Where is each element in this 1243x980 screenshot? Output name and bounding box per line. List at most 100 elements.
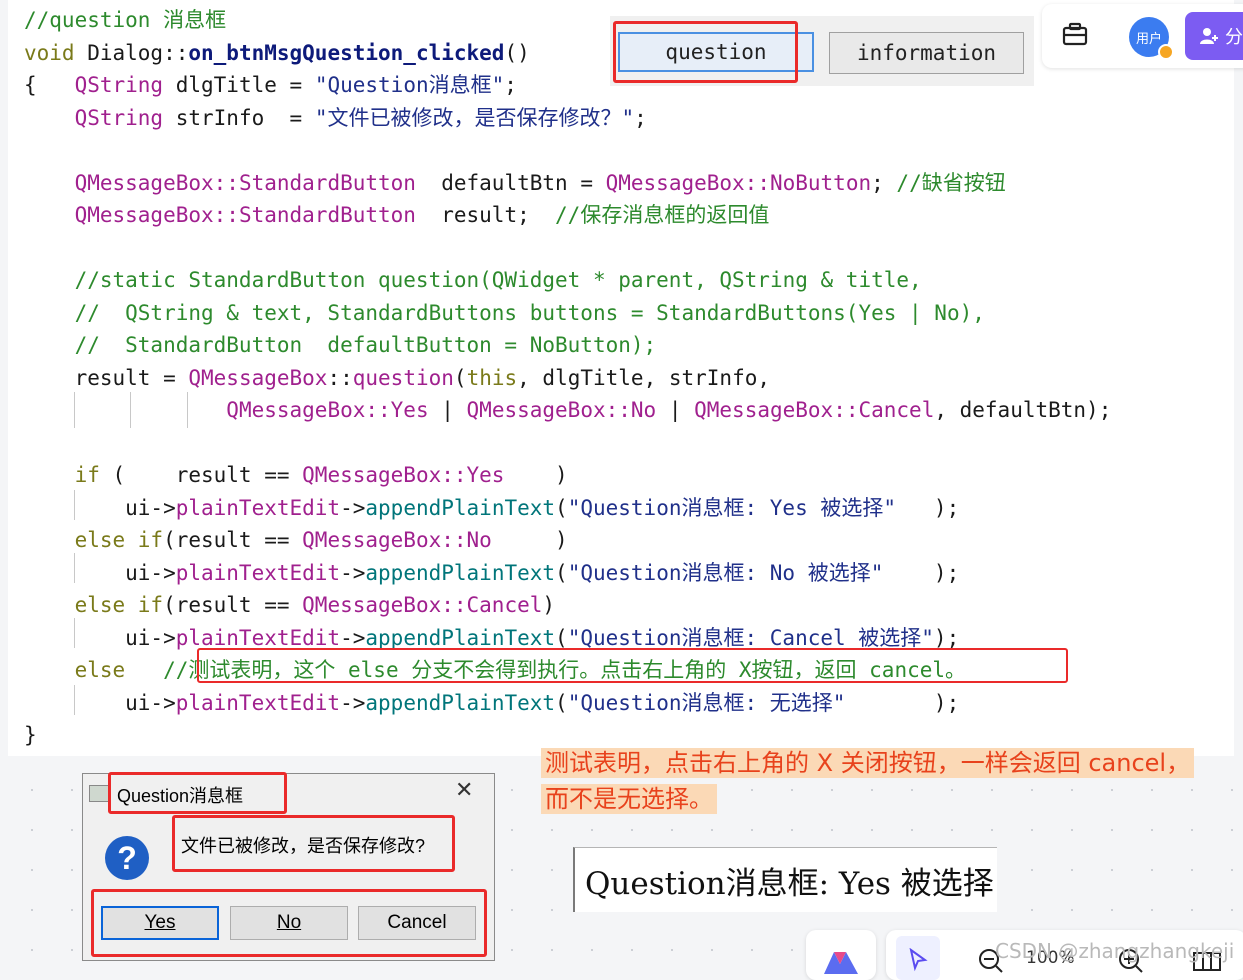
code-token: QMessageBox bbox=[188, 365, 328, 390]
code-token: appendPlainText bbox=[365, 560, 556, 585]
share-button[interactable]: 分 bbox=[1185, 12, 1243, 60]
code-token: ) bbox=[491, 528, 568, 552]
code-line: ui->plainTextEdit->appendPlainText("Ques… bbox=[24, 557, 1111, 590]
code-token: void bbox=[24, 40, 88, 65]
buttons-highlight-box bbox=[91, 889, 487, 957]
code-token: Dialog bbox=[87, 40, 164, 65]
title-highlight-box bbox=[108, 772, 287, 814]
code-token: appendPlainText bbox=[365, 625, 556, 650]
code-token: question bbox=[352, 365, 454, 390]
code-token: | bbox=[428, 398, 467, 422]
code-token: plainTextEdit bbox=[175, 495, 341, 520]
app-logo-icon[interactable] bbox=[822, 950, 860, 976]
code-screenshot: //question 消息框void Dialog::on_btnMsgQues… bbox=[8, 0, 1234, 756]
annotation-line-1: 测试表明，点击右上角的 X 关闭按钮，一样会返回 cancel， bbox=[541, 748, 1195, 778]
code-token: :: bbox=[327, 365, 353, 390]
code-token: "Question消息框: 无选择" bbox=[567, 690, 846, 715]
share-label: 分 bbox=[1225, 27, 1243, 48]
annotation-line-2: 而不是无选择。 bbox=[541, 784, 717, 814]
code-token: | bbox=[656, 398, 695, 422]
code-token: () bbox=[504, 40, 530, 65]
question-button-highlight-box bbox=[613, 21, 798, 83]
code-token: strInfo = bbox=[175, 105, 315, 130]
indent-guide bbox=[187, 392, 188, 428]
code-token: this bbox=[466, 365, 518, 390]
code-token: , dlgTitle, strInfo, bbox=[517, 365, 771, 390]
message-highlight-box bbox=[172, 815, 455, 872]
code-token: plainTextEdit bbox=[175, 560, 341, 585]
indent-guide bbox=[74, 553, 75, 583]
code-line: ui->plainTextEdit->appendPlainText("Ques… bbox=[24, 492, 1111, 525]
add-user-icon bbox=[1200, 28, 1218, 44]
code-token: else if bbox=[24, 593, 164, 617]
close-icon[interactable]: ✕ bbox=[455, 778, 473, 803]
code-token: QString bbox=[74, 105, 176, 130]
information-button[interactable]: information bbox=[829, 32, 1024, 74]
code-token: ( bbox=[555, 690, 568, 715]
code-token: "文件已被修改，是否保存修改？" bbox=[314, 105, 635, 130]
code-token: result; bbox=[415, 203, 556, 227]
code-token: else if bbox=[24, 528, 164, 552]
code-token: on_btnMsgQuestion_clicked bbox=[188, 40, 505, 65]
code-token: ) bbox=[542, 593, 556, 617]
code-token: ui-> bbox=[24, 560, 176, 585]
cursor-icon[interactable] bbox=[908, 948, 928, 972]
code-token: } bbox=[24, 723, 37, 747]
code-line: else if(result == QMessageBox::Cancel) bbox=[24, 589, 1111, 622]
code-token: QMessageBox::No bbox=[302, 528, 492, 552]
code-token: // StandardButton defaultButton = NoButt… bbox=[24, 333, 657, 357]
code-line: //static StandardButton question(QWidget… bbox=[24, 264, 1111, 297]
code-line: QString strInfo = "文件已被修改，是否保存修改？"; bbox=[24, 102, 1111, 135]
code-token: ( bbox=[555, 495, 568, 520]
code-token: ui-> bbox=[24, 625, 176, 650]
code-line: result = QMessageBox::question(this, dlg… bbox=[24, 362, 1111, 395]
indent-guide bbox=[74, 618, 75, 648]
code-token: (result == bbox=[163, 593, 303, 617]
comment-highlight-box bbox=[197, 648, 1068, 683]
code-token: ; bbox=[634, 105, 647, 130]
code-token: ); bbox=[896, 495, 960, 520]
code-line: else if(result == QMessageBox::No ) bbox=[24, 524, 1111, 557]
code-token: QMessageBox::Cancel bbox=[302, 593, 543, 617]
code-token: ); bbox=[883, 560, 960, 585]
annotation-note: 测试表明，点击右上角的 X 关闭按钮，一样会返回 cancel， 而不是无选择。 bbox=[541, 745, 1215, 817]
code-token: QMessageBox::StandardButton bbox=[74, 203, 416, 227]
code-token: "Question消息框" bbox=[314, 73, 505, 97]
code-line: if ( result == QMessageBox::Yes ) bbox=[24, 459, 1111, 492]
code-token: appendPlainText bbox=[365, 690, 556, 715]
result-text: Question消息框: Yes 被选择 bbox=[573, 847, 997, 912]
code-token: QMessageBox::Cancel bbox=[694, 398, 935, 422]
code-token: defaultBtn = bbox=[415, 170, 606, 195]
code-line: QMessageBox::StandardButton result; //保存… bbox=[24, 199, 1111, 232]
code-token: result = bbox=[24, 365, 189, 390]
code-token: ( bbox=[555, 560, 568, 585]
code-token: ui-> bbox=[24, 495, 176, 520]
code-token: ; bbox=[504, 73, 517, 97]
code-token: -> bbox=[340, 495, 366, 520]
code-token: //question 消息框 bbox=[24, 8, 227, 32]
code-block: //question 消息框void Dialog::on_btnMsgQues… bbox=[24, 4, 1111, 752]
code-token: QMessageBox::Yes bbox=[302, 463, 505, 487]
code-token: "Question消息框: Yes 被选择" bbox=[567, 495, 896, 520]
code-token: plainTextEdit bbox=[175, 690, 341, 715]
code-token: plainTextEdit bbox=[175, 625, 341, 650]
code-token: ui-> bbox=[24, 690, 176, 715]
code-line: // QString & text, StandardButtons butto… bbox=[24, 297, 1111, 330]
code-token: QMessageBox::NoButton bbox=[605, 170, 872, 195]
code-line: // StandardButton defaultButton = NoButt… bbox=[24, 329, 1111, 362]
code-token: else bbox=[24, 658, 126, 682]
code-token: //保存消息框的返回值 bbox=[555, 203, 770, 227]
code-token: -> bbox=[340, 690, 366, 715]
indent-guide bbox=[74, 685, 75, 715]
code-token: // QString & text, StandardButtons butto… bbox=[24, 300, 985, 325]
code-token: ; bbox=[871, 170, 897, 195]
question-icon: ? bbox=[105, 836, 149, 880]
toolbox-icon[interactable] bbox=[1062, 22, 1088, 46]
code-token: "Question消息框: No 被选择" bbox=[567, 560, 884, 585]
code-token: :: bbox=[163, 40, 189, 65]
code-token: ( bbox=[453, 365, 467, 390]
code-token: ( bbox=[555, 625, 568, 650]
